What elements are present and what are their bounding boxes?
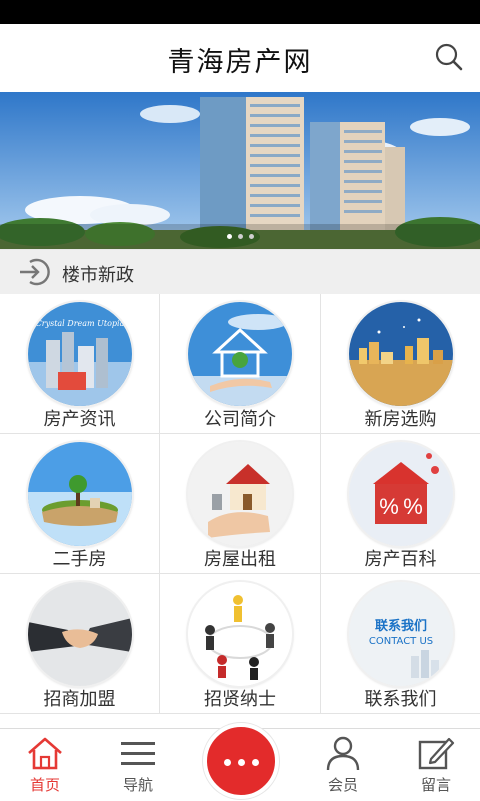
recruit-thumbnail — [188, 582, 292, 686]
grid-item-label: 公司简介 — [204, 409, 276, 430]
grid-item-label: 房产百科 — [364, 549, 437, 570]
grid-item-label: 二手房 — [52, 549, 107, 570]
grid-item-rent[interactable]: 房屋出租 — [160, 434, 321, 574]
grid-item-franchise[interactable]: 招商加盟 — [0, 574, 160, 714]
tab-label: 会员 — [327, 776, 358, 794]
grid-item-second-hand[interactable]: 二手房 — [0, 434, 160, 574]
tab-nav[interactable]: 导航 — [103, 729, 173, 801]
carousel-dot[interactable] — [226, 234, 232, 239]
grid-item-company[interactable]: 公司简介 — [160, 294, 321, 434]
menu-icon — [121, 742, 155, 765]
user-icon — [326, 736, 360, 771]
tab-home[interactable]: 首页 — [10, 729, 80, 801]
news-thumbnail: Crystal Dream Utopia — [27, 302, 132, 406]
banner-carousel[interactable] — [0, 92, 480, 249]
grid-item-label: 房屋出租 — [204, 549, 276, 570]
grid-item-recruit[interactable]: 招贤纳士 — [160, 574, 321, 714]
grid-item-new-house[interactable]: 新房选购 — [321, 294, 480, 434]
page-title: 青海房产网 — [167, 47, 313, 78]
grid-item-label: 招商加盟 — [43, 689, 116, 710]
more-dot — [224, 759, 231, 766]
new-house-thumbnail — [348, 302, 453, 406]
percent-sign: % — [403, 494, 423, 519]
notice-text: 楼市新政 — [62, 265, 134, 286]
tab-label: 留言 — [420, 776, 451, 794]
grid-item-label: 房产资讯 — [43, 409, 116, 430]
contact-cn: 联系我们 — [374, 618, 426, 634]
home-icon — [28, 737, 62, 770]
login-arrow-icon — [20, 258, 50, 286]
more-dot — [238, 759, 245, 766]
tab-message[interactable]: 留言 — [401, 729, 471, 801]
second-hand-thumbnail — [27, 442, 132, 546]
edit-icon — [418, 737, 455, 770]
franchise-thumbnail — [27, 582, 132, 686]
carousel-dot[interactable] — [237, 234, 243, 239]
grid-item-label: 招贤纳士 — [204, 689, 276, 710]
dream-caption: Crystal Dream Utopia — [35, 319, 124, 328]
notice-bar[interactable]: 楼市新政 — [0, 249, 480, 295]
app-header: 青海房产网 — [0, 24, 480, 93]
more-button[interactable] — [203, 723, 279, 799]
company-thumbnail — [188, 302, 292, 406]
grid-item-encyclopedia[interactable]: % % 房产百科 — [321, 434, 480, 574]
carousel-dot[interactable] — [248, 234, 254, 239]
percent-sign: % — [379, 494, 399, 519]
contact-en: CONTACT US — [368, 636, 432, 647]
tab-label: 首页 — [29, 776, 60, 794]
category-grid: Crystal Dream Utopia 房产资讯 公司简介 新房选购 二手房 … — [0, 294, 480, 714]
grid-item-label: 新房选购 — [364, 409, 437, 430]
grid-item-label: 联系我们 — [364, 689, 437, 710]
tab-member[interactable]: 会员 — [308, 729, 378, 801]
status-bar — [0, 0, 480, 24]
contact-thumbnail: 联系我们 CONTACT US — [348, 582, 453, 686]
encyclopedia-thumbnail: % % — [348, 442, 453, 546]
more-dot — [252, 759, 259, 766]
grid-item-news[interactable]: Crystal Dream Utopia 房产资讯 — [0, 294, 160, 434]
grid-item-contact[interactable]: 联系我们 CONTACT US 联系我们 — [321, 574, 480, 714]
search-icon[interactable] — [434, 42, 464, 72]
carousel-indicator — [0, 234, 480, 239]
tab-label: 导航 — [122, 776, 153, 794]
rent-thumbnail — [188, 442, 292, 546]
banner-image — [0, 92, 480, 249]
